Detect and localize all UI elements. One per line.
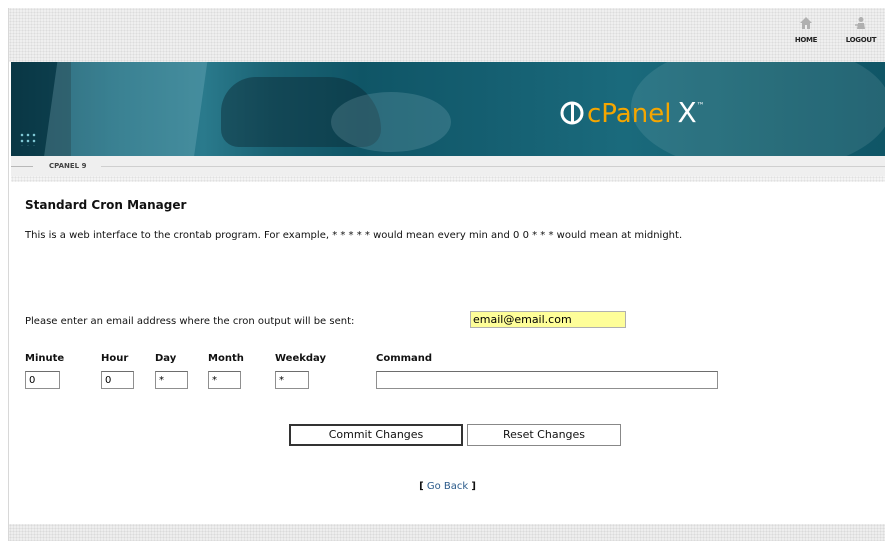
reset-changes-button[interactable]: Reset Changes <box>467 424 621 446</box>
banner-dots <box>19 132 37 146</box>
day-input[interactable] <box>155 371 188 389</box>
cpanel-glyph-icon <box>559 100 585 126</box>
home-icon[interactable] <box>799 16 813 32</box>
weekday-header: Weekday <box>275 353 327 364</box>
page-title: Standard Cron Manager <box>25 198 187 212</box>
cpanel-logo: cPanel X™ <box>559 90 705 130</box>
home-nav[interactable]: HOME <box>786 16 826 44</box>
divider <box>11 176 885 182</box>
logo-version: X <box>677 96 697 129</box>
page-description: This is a web interface to the crontab p… <box>25 230 683 241</box>
minute-input[interactable] <box>25 371 60 389</box>
header-banner: cPanel X™ <box>11 62 885 156</box>
footer-bar <box>9 524 885 541</box>
hour-input[interactable] <box>101 371 134 389</box>
logo-text: cPanel <box>587 99 672 129</box>
logo-tm: ™ <box>696 101 705 110</box>
month-header: Month <box>208 353 244 364</box>
breadcrumb: CPANEL 9 <box>11 156 885 176</box>
command-input[interactable] <box>376 371 718 389</box>
command-header: Command <box>376 353 433 364</box>
email-label: Please enter an email address where the … <box>25 316 355 327</box>
commit-changes-button[interactable]: Commit Changes <box>289 424 463 446</box>
page-frame: HOME LOGOUT cPanel X™ CPANEL 9 Standard … <box>8 8 885 541</box>
go-back-link[interactable]: Go Back <box>427 481 468 492</box>
breadcrumb-item[interactable]: CPANEL 9 <box>49 162 86 170</box>
minute-header: Minute <box>25 353 65 364</box>
email-field[interactable] <box>470 311 626 328</box>
breadcrumb-divider <box>11 166 33 167</box>
weekday-input[interactable] <box>275 371 309 389</box>
hour-header: Hour <box>101 353 129 364</box>
bracket-open: [ <box>419 481 424 492</box>
banner-graphic <box>331 92 451 152</box>
home-link[interactable]: HOME <box>786 36 826 44</box>
go-back-row: [ Go Back ] <box>9 481 885 492</box>
day-header: Day <box>155 353 177 364</box>
bracket-close: ] <box>471 481 476 492</box>
month-input[interactable] <box>208 371 241 389</box>
breadcrumb-divider <box>101 166 885 167</box>
logout-link[interactable]: LOGOUT <box>841 36 881 44</box>
banner-graphic <box>43 62 209 156</box>
logout-nav[interactable]: LOGOUT <box>841 16 881 44</box>
top-bar: HOME LOGOUT <box>9 8 885 62</box>
logout-icon[interactable] <box>854 16 868 32</box>
